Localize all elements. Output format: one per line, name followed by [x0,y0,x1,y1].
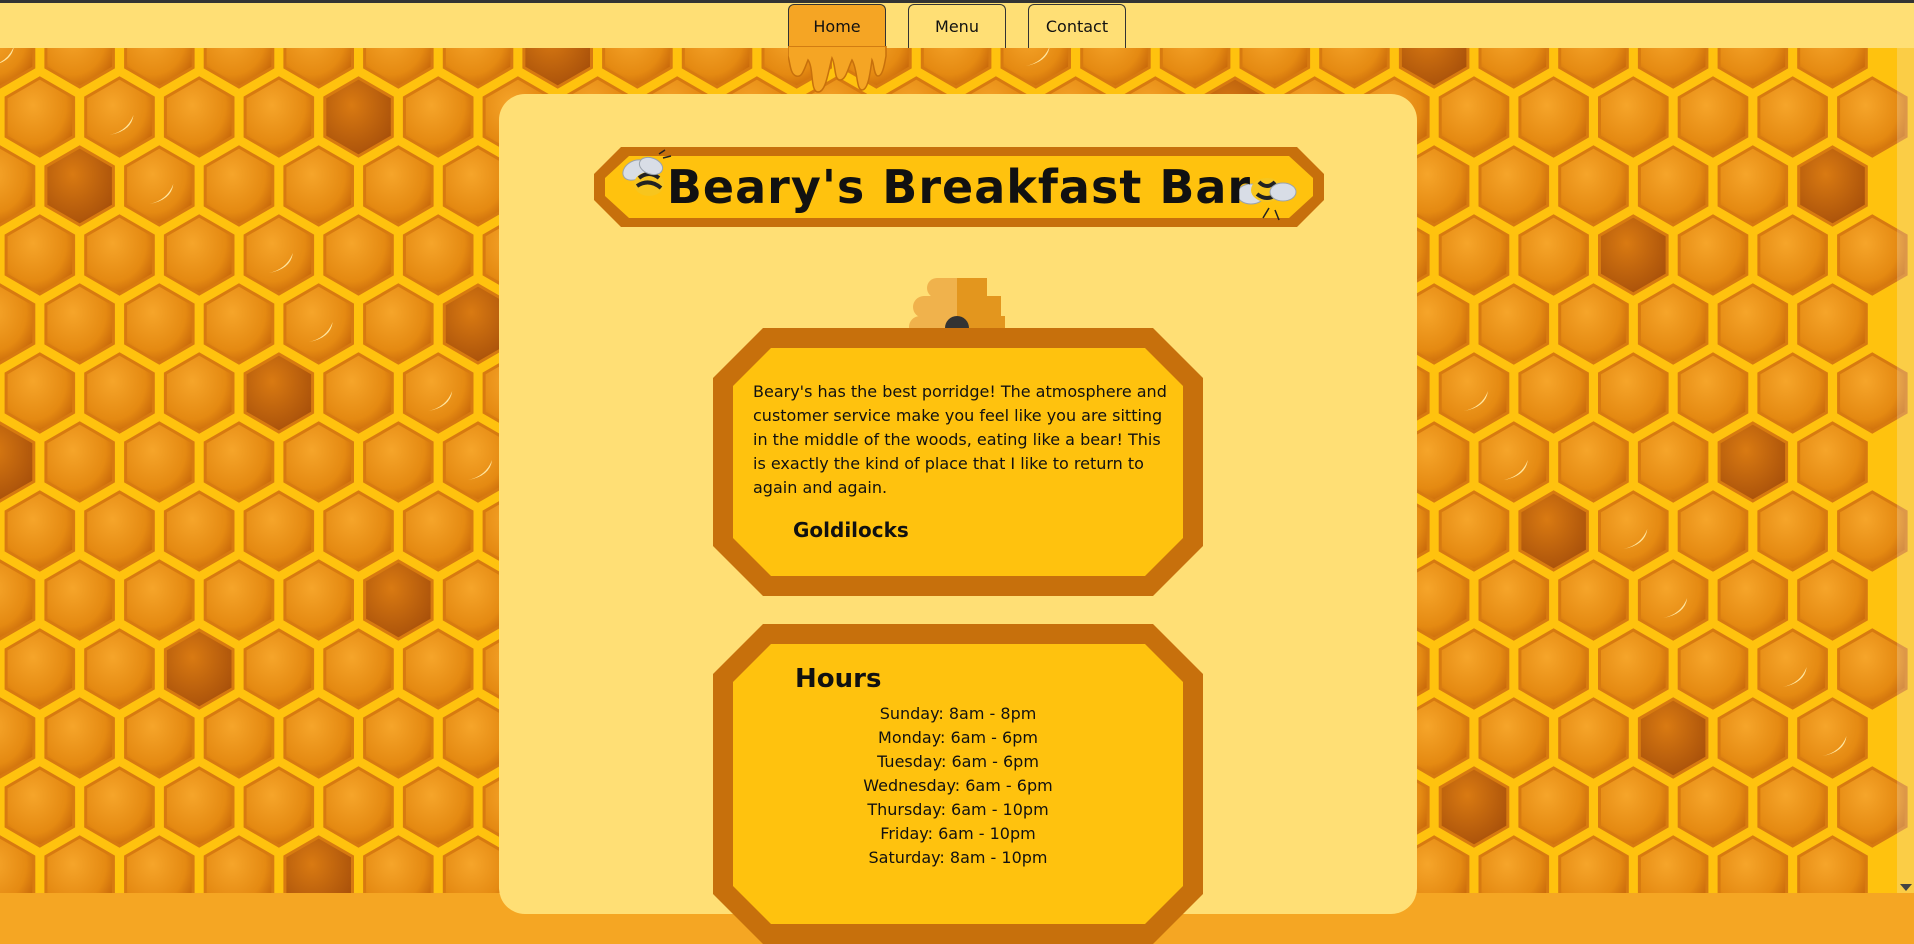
hours-title: Hours [795,664,882,694]
title-banner: Beary's Breakfast Bar [593,146,1325,228]
hours-card: Hours Sunday: 8am - 8pm Monday: 6am - 6p… [713,624,1203,944]
hours-item: Friday: 6am - 10pm [880,824,1036,843]
page-title: Beary's Breakfast Bar [666,160,1252,214]
content-panel: Beary's Breakfast Bar Beary's has the be… [499,94,1417,944]
scrollbar[interactable] [1897,48,1914,893]
hours-item: Sunday: 8am - 8pm [879,704,1037,723]
testimonial-card: Beary's has the best porridge! The atmos… [713,328,1203,596]
hours-item: Wednesday: 6am - 6pm [863,776,1053,795]
tab-menu[interactable]: Menu [908,4,1006,48]
hours-list: Sunday: 8am - 8pm Monday: 6am - 6pm Tues… [713,702,1203,870]
hours-item: Thursday: 6am - 10pm [867,800,1049,819]
hours-item: Monday: 6am - 6pm [878,728,1038,747]
hours-item: Saturday: 8am - 10pm [868,848,1048,867]
nav-tabs: Home Menu Contact [0,0,1914,100]
scroll-down-arrow-icon[interactable] [1900,884,1912,891]
tab-contact[interactable]: Contact [1028,4,1126,48]
testimonial-text: Beary's has the best porridge! The atmos… [753,382,1167,497]
testimonial-author: Goldilocks [793,518,909,542]
tab-home[interactable]: Home [788,4,886,48]
hours-item: Tuesday: 6am - 6pm [877,752,1039,771]
honey-drip-icon [788,46,887,93]
